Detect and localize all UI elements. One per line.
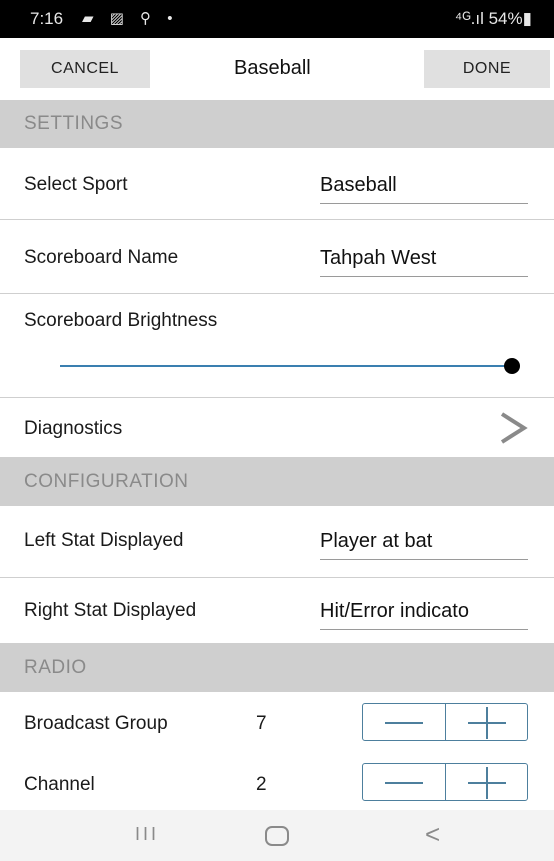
left-stat-row[interactable]: Left Stat Displayed Player at bat (0, 506, 554, 578)
brightness-slider-thumb[interactable] (504, 358, 520, 374)
left-stat-field[interactable]: Player at bat (320, 530, 528, 560)
section-header-settings: SETTINGS (0, 100, 554, 148)
select-sport-field[interactable]: Baseball (320, 174, 528, 204)
diagnostics-row[interactable]: Diagnostics (0, 398, 554, 458)
chevron-right-icon[interactable] (498, 410, 528, 446)
scoreboard-name-label: Scoreboard Name (24, 247, 179, 268)
notification-icons: ▰ ▨ ⚲ • (82, 10, 179, 27)
back-icon[interactable]: < (425, 819, 440, 850)
minus-icon (385, 782, 423, 784)
channel-increment-button[interactable] (444, 764, 528, 800)
brightness-label: Scoreboard Brightness (24, 310, 218, 331)
minus-icon (385, 722, 423, 724)
status-bar: 7:16 ▰ ▨ ⚲ • ⁴ᴳ.ıl 54%▮ (0, 0, 554, 38)
right-stat-row[interactable]: Right Stat Displayed Hit/Error indicato (0, 578, 554, 644)
left-stat-label: Left Stat Displayed (24, 530, 184, 551)
page-title: Baseball (234, 57, 311, 79)
plus-icon-vertical (485, 767, 488, 799)
channel-label: Channel (24, 774, 95, 795)
cancel-button[interactable]: CANCEL (20, 50, 150, 88)
home-icon[interactable] (265, 826, 289, 846)
channel-decrement-button[interactable] (363, 764, 445, 800)
channel-stepper (362, 763, 528, 801)
top-bar: CANCEL Baseball DONE (0, 38, 554, 100)
broadcast-group-increment-button[interactable] (444, 704, 528, 740)
battery-signal-icons: ⁴ᴳ.ıl 54%▮ (454, 9, 532, 28)
broadcast-group-label: Broadcast Group (24, 713, 168, 734)
broadcast-group-value: 7 (256, 713, 267, 734)
recent-apps-icon[interactable]: III (135, 824, 159, 845)
channel-value: 2 (256, 774, 267, 795)
broadcast-group-stepper (362, 703, 528, 741)
diagnostics-label: Diagnostics (24, 418, 123, 439)
select-sport-label: Select Sport (24, 174, 128, 195)
section-header-configuration: CONFIGURATION (0, 458, 554, 506)
right-stat-label: Right Stat Displayed (24, 600, 197, 621)
plus-icon-vertical (485, 707, 488, 739)
done-button[interactable]: DONE (424, 50, 550, 88)
brightness-row: Scoreboard Brightness (0, 294, 554, 398)
select-sport-row[interactable]: Select Sport Baseball (0, 148, 554, 220)
broadcast-group-decrement-button[interactable] (363, 704, 445, 740)
scoreboard-name-row: Scoreboard Name Tahpah West (0, 220, 554, 294)
scoreboard-name-field[interactable]: Tahpah West (320, 247, 528, 277)
brightness-slider-track[interactable] (60, 365, 512, 367)
section-header-radio: RADIO (0, 644, 554, 692)
system-nav-bar: III < (0, 810, 554, 861)
right-stat-field[interactable]: Hit/Error indicato (320, 600, 528, 630)
status-time: 7:16 (30, 9, 64, 28)
